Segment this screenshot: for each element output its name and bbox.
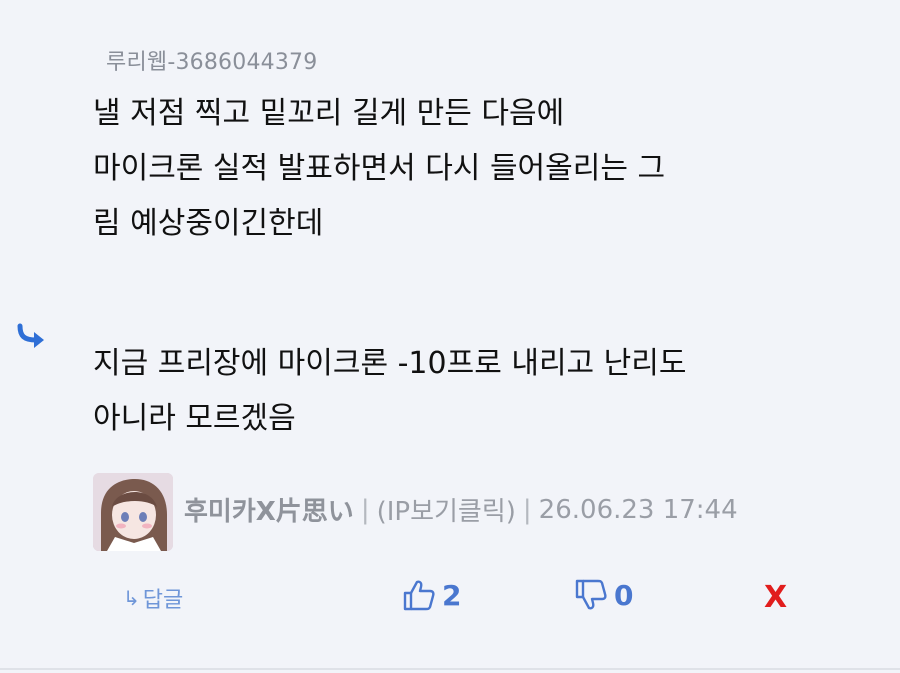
dislike-button[interactable]: 0	[574, 578, 633, 612]
reply-icon: ↳	[123, 586, 140, 610]
quote-author: 루리웹-3686044379	[106, 50, 318, 75]
meta-separator: |	[360, 494, 370, 525]
meta-separator: |	[522, 494, 532, 525]
avatar[interactable]	[93, 473, 173, 551]
reply-line: 아니라 모르겠음	[93, 401, 296, 436]
reply-line: 지금 프리장에 마이크론 -10프로 내리고 난리도	[93, 346, 687, 381]
dislike-count: 0	[614, 578, 634, 612]
quote-text: 낼 저점 찍고 밑꼬리 길게 만든 다음에 마이크론 실적 발표하면서 다시 들…	[93, 86, 883, 251]
comment-timestamp: 26.06.23 17:44	[538, 494, 738, 525]
reply-text: 지금 프리장에 마이크론 -10프로 내리고 난리도 아니라 모르겠음	[93, 336, 893, 446]
reply-label: 답글	[142, 588, 184, 613]
quote-line: 낼 저점 찍고 밑꼬리 길게 만든 다음에	[93, 96, 565, 131]
ip-view-link[interactable]: (IP보기클릭)	[377, 491, 516, 528]
thumbs-down-icon	[575, 579, 607, 610]
like-count: 2	[442, 578, 462, 612]
comment-meta: 후미카X片思い | (IP보기클릭) | 26.06.23 17:44	[184, 491, 738, 528]
avatar-image	[93, 473, 173, 551]
quote-line: 마이크론 실적 발표하면서 다시 들어올리는 그	[93, 151, 666, 186]
reply-arrow-icon	[17, 323, 44, 348]
like-button[interactable]: 2	[402, 578, 461, 612]
comment-actions: ↳ 답글 2 0 X	[0, 578, 900, 624]
thumbs-up-icon	[403, 580, 435, 611]
divider	[0, 668, 900, 670]
author-nickname[interactable]: 후미카X片思い	[184, 491, 354, 528]
delete-button[interactable]: X	[764, 580, 787, 615]
quote-line: 림 예상중이긴한데	[93, 206, 324, 241]
reply-button[interactable]: ↳ 답글	[123, 582, 183, 614]
